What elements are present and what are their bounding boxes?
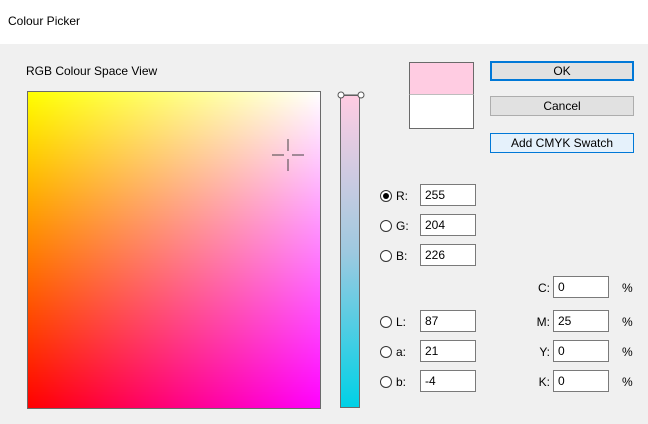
cancel-button[interactable]: Cancel — [490, 96, 634, 116]
m-label: M: — [536, 315, 550, 329]
r-input[interactable]: 255 — [420, 184, 476, 206]
r-label: R: — [396, 189, 408, 203]
lab-b-radio[interactable] — [380, 376, 392, 388]
ok-button[interactable]: OK — [490, 61, 634, 81]
new-colour-swatch — [409, 62, 474, 94]
original-colour-swatch[interactable] — [409, 94, 474, 129]
r-radio[interactable] — [380, 190, 392, 202]
c-unit: % — [622, 281, 633, 295]
a-radio[interactable] — [380, 346, 392, 358]
slider-handle-icon[interactable] — [337, 90, 365, 100]
k-label: K: — [538, 375, 550, 389]
g-input[interactable]: 204 — [420, 214, 476, 236]
a-input[interactable]: 21 — [420, 340, 476, 362]
y-input[interactable]: 0 — [553, 340, 609, 362]
g-radio[interactable] — [380, 220, 392, 232]
l-input[interactable]: 87 — [420, 310, 476, 332]
k-input[interactable]: 0 — [553, 370, 609, 392]
window-title: Colour Picker — [8, 14, 81, 28]
b-label: B: — [396, 249, 408, 263]
add-cmyk-swatch-button[interactable]: Add CMYK Swatch — [490, 133, 634, 153]
title-bar: Colour Picker — [0, 0, 648, 44]
crosshair-cursor-icon[interactable] — [270, 137, 306, 173]
c-label: C: — [538, 281, 550, 295]
lab-b-label: b: — [396, 375, 407, 389]
colour-space-label: RGB Colour Space View — [26, 64, 158, 78]
a-label: a: — [396, 345, 407, 359]
b-input[interactable]: 226 — [420, 244, 476, 266]
m-unit: % — [622, 315, 633, 329]
b-radio[interactable] — [380, 250, 392, 262]
colour-slider[interactable] — [340, 95, 360, 408]
y-label: Y: — [539, 345, 550, 359]
l-label: L: — [396, 315, 407, 329]
m-input[interactable]: 25 — [553, 310, 609, 332]
g-label: G: — [396, 219, 409, 233]
c-input[interactable]: 0 — [553, 276, 609, 298]
y-unit: % — [622, 345, 633, 359]
l-radio[interactable] — [380, 316, 392, 328]
k-unit: % — [622, 375, 633, 389]
lab-b-input[interactable]: -4 — [420, 370, 476, 392]
